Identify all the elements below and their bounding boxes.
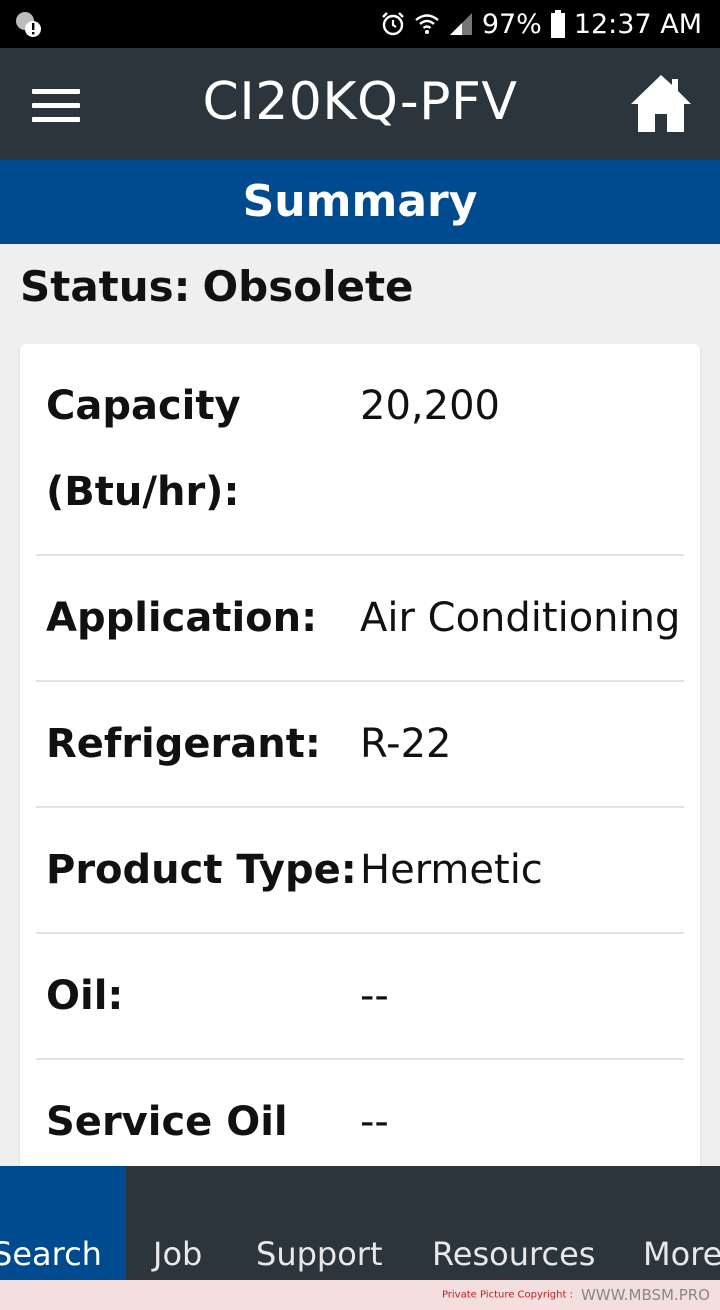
status-line: Status: Obsolete [20, 262, 414, 311]
spec-value: R-22 [360, 721, 452, 767]
app-bar: CI20KQ-PFV [0, 48, 720, 160]
clock: 12:37 AM [573, 8, 702, 40]
summary-banner: Summary [0, 160, 720, 244]
page-title: CI20KQ-PFV [202, 72, 518, 132]
tab-resources[interactable]: Resources [432, 1166, 595, 1280]
spec-label: Service Oil [46, 1099, 288, 1145]
spec-value: Air Conditioning [360, 595, 681, 641]
spec-label: Oil: [46, 973, 124, 1019]
spec-value: 20,200 [360, 383, 500, 429]
status-value: Obsolete [202, 262, 414, 311]
home-icon[interactable] [628, 72, 694, 134]
battery-icon [550, 10, 565, 38]
spec-label: Capacity (Btu/hr): [46, 383, 241, 515]
notification-icon [16, 12, 41, 37]
spec-label: Application: [46, 595, 318, 641]
status-label: Status: [20, 262, 191, 311]
tab-support[interactable]: Support [256, 1166, 383, 1280]
tab-more[interactable]: More [643, 1166, 720, 1280]
spec-label: Refrigerant: [46, 721, 321, 767]
spec-row-capacity: Capacity (Btu/hr): 20,200 [36, 344, 684, 556]
wifi-icon [415, 14, 439, 34]
tab-label: Resources [432, 1235, 596, 1273]
watermark: Private Picture Copyright : WWW.MBSM.PRO [0, 1280, 720, 1310]
alarm-icon [381, 12, 404, 36]
spec-value: -- [360, 973, 389, 1019]
tab-label: Job [153, 1235, 203, 1273]
spec-row-product-type: Product Type: Hermetic [36, 808, 684, 934]
spec-row-refrigerant: Refrigerant: R-22 [36, 682, 684, 808]
battery-percent: 97% [481, 8, 542, 40]
spec-row-application: Application: Air Conditioning [36, 556, 684, 682]
watermark-site: WWW.MBSM.PRO [580, 1286, 710, 1304]
spec-value: -- [360, 1099, 389, 1145]
bottom-nav: Search Job Support Resources More [0, 1166, 720, 1280]
spec-card: Capacity (Btu/hr): 20,200 Application: A… [20, 344, 700, 1204]
tab-label: Support [256, 1235, 383, 1273]
status-bar: 97% 12:37 AM [0, 0, 720, 48]
tab-job[interactable]: Job [153, 1166, 202, 1280]
tab-label: Search [0, 1235, 102, 1273]
signal-icon [449, 13, 472, 35]
tab-label: More [643, 1235, 720, 1273]
spec-value: Hermetic [360, 847, 543, 893]
spec-row-oil: Oil: -- [36, 934, 684, 1060]
watermark-copyright: Private Picture Copyright : [441, 1289, 573, 1301]
spec-label: Product Type: [46, 847, 357, 893]
tab-search[interactable]: Search [0, 1166, 126, 1280]
